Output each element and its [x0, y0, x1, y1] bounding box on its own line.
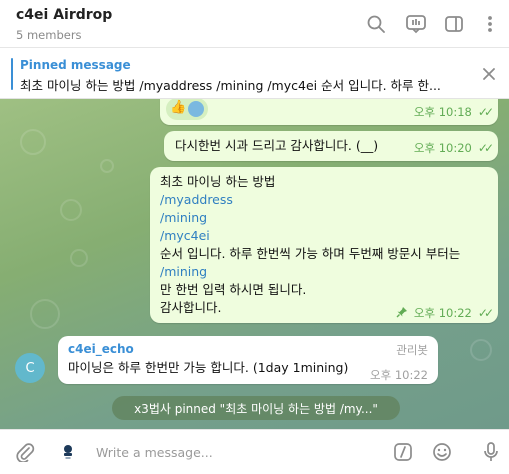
background-pattern	[20, 129, 46, 155]
chat-history[interactable]: 👍 오후 10:18 ✓✓ 다시한번 시과 드리고 감사합니다. (__) 오후…	[0, 99, 509, 429]
command-link-myc4ei[interactable]: /myc4ei	[160, 227, 490, 245]
video-chat-icon[interactable]	[404, 12, 428, 36]
search-icon[interactable]	[364, 12, 388, 36]
read-checks-icon: ✓✓	[477, 105, 494, 119]
message-input[interactable]	[96, 440, 376, 464]
close-icon[interactable]	[479, 64, 499, 84]
emoji-icon[interactable]	[430, 440, 454, 464]
bot-commands-icon[interactable]	[391, 440, 415, 464]
chat-title[interactable]: c4ei Airdrop	[16, 7, 112, 23]
message-time: 오후 10:18	[413, 105, 472, 119]
background-pattern	[70, 249, 88, 267]
background-pattern	[30, 299, 60, 329]
more-options-icon[interactable]	[478, 12, 502, 36]
message-meta: 오후 10:22 ✓✓	[396, 303, 494, 322]
pinned-accent-bar	[11, 58, 13, 90]
bot-icon[interactable]	[56, 440, 80, 464]
sender-name[interactable]: c4ei_echo	[68, 342, 134, 356]
member-count: 5 members	[16, 28, 82, 42]
message-text: 순서 입니다. 하루 한번씩 가능 하며 두번째 방문시 부터는	[160, 246, 461, 261]
message-text: 만 한번 입력 하시면 됩니다.	[160, 282, 307, 297]
read-checks-icon: ✓✓	[477, 305, 494, 320]
read-checks-icon: ✓✓	[477, 141, 494, 155]
command-link-myaddress[interactable]: /myaddress	[160, 191, 490, 209]
service-message-text: x3법사 pinned "최초 마이닝 하는 방법 /my..."	[134, 401, 378, 416]
message-time: 오후 10:22	[413, 305, 472, 320]
message-meta: 오후 10:20 ✓✓	[413, 140, 494, 156]
pinned-message-bar[interactable]: Pinned message 최초 마이닝 하는 방법 /myaddress /…	[0, 48, 509, 99]
background-pattern	[470, 339, 492, 361]
message-text: 마이닝은 하루 한번만 가능 합니다. (1day 1mining)	[68, 360, 349, 375]
microphone-icon[interactable]	[479, 440, 503, 464]
reactor-avatar	[188, 101, 204, 117]
reaction-chip[interactable]: 👍	[166, 99, 208, 120]
pin-icon	[396, 303, 408, 322]
message-meta: 오후 10:18 ✓✓	[413, 104, 494, 120]
message-bubble-outgoing[interactable]: 다시한번 시과 드리고 감사합니다. (__) 오후 10:20 ✓✓	[164, 131, 498, 161]
message-time: 오후 10:20	[413, 141, 472, 155]
message-text: 최초 마이닝 하는 방법	[160, 174, 276, 189]
message-body: 최초 마이닝 하는 방법 /myaddress /mining /myc4ei …	[160, 173, 490, 317]
attach-icon[interactable]	[13, 440, 37, 464]
message-meta: 오후 10:22	[370, 364, 428, 383]
message-composer	[0, 429, 509, 474]
sidebar-toggle-icon[interactable]	[442, 12, 466, 36]
command-link-mining[interactable]: /mining	[160, 263, 490, 281]
message-bubble-incoming[interactable]: c4ei_echo 관리봇 마이닝은 하루 한번만 가능 합니다. (1day …	[58, 336, 438, 384]
command-link-mining[interactable]: /mining	[160, 209, 490, 227]
chat-header[interactable]: c4ei Airdrop 5 members	[0, 0, 509, 48]
thumbs-up-emoji: 👍	[170, 100, 187, 115]
background-pattern	[60, 199, 82, 221]
pinned-label: Pinned message	[20, 58, 131, 72]
admin-badge: 관리봇	[396, 343, 428, 357]
message-bubble-outgoing[interactable]: 최초 마이닝 하는 방법 /myaddress /mining /myc4ei …	[150, 167, 498, 323]
message-time: 오후 10:22	[370, 368, 428, 382]
message-text: 다시한번 시과 드리고 감사합니다. (__)	[175, 138, 379, 153]
background-pattern	[100, 159, 114, 173]
pinned-text: 최초 마이닝 하는 방법 /myaddress /mining /myc4ei …	[20, 78, 441, 93]
service-message-pinned[interactable]: x3법사 pinned "최초 마이닝 하는 방법 /my..."	[112, 396, 400, 420]
avatar[interactable]: C	[15, 353, 45, 383]
message-bubble-outgoing[interactable]: 👍 오후 10:18 ✓✓	[160, 99, 498, 125]
avatar-letter: C	[25, 360, 35, 376]
